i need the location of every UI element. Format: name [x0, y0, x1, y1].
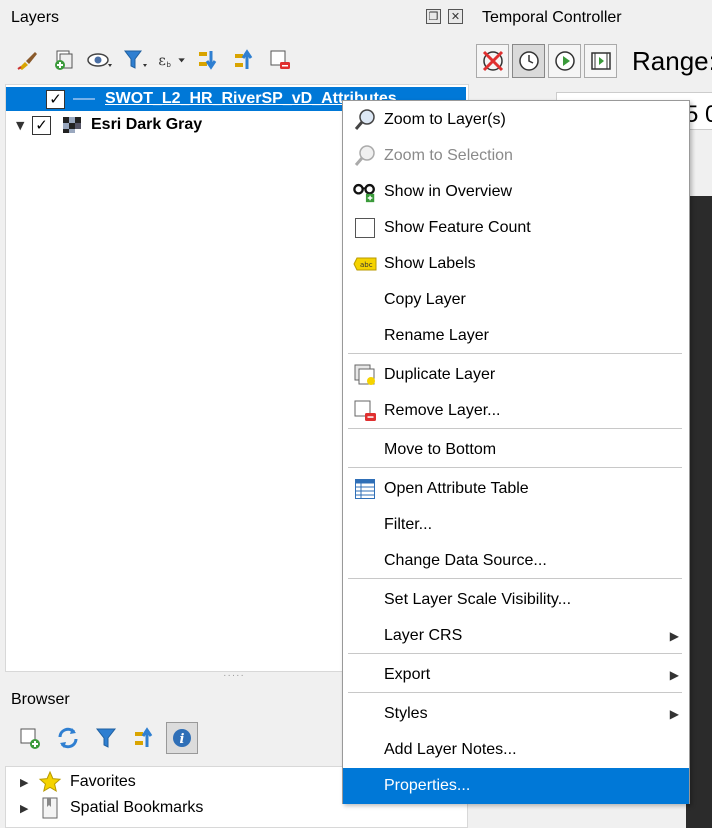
clock-icon — [518, 51, 539, 71]
play-icon — [554, 51, 575, 71]
filter-browser-button[interactable] — [90, 722, 122, 754]
browser-panel-title: Browser — [11, 691, 70, 708]
menu-separator — [348, 692, 682, 693]
submenu-arrow-icon: ▶ — [669, 707, 679, 721]
refresh-button[interactable] — [52, 722, 84, 754]
layer-name: Esri Dark Gray — [91, 116, 203, 133]
menu-item-properties[interactable]: Properties... — [343, 768, 689, 804]
expand-all-button[interactable] — [192, 45, 224, 75]
fixed-range-button[interactable] — [512, 44, 545, 78]
collapse-all-icon — [135, 727, 153, 747]
filter-icon — [95, 728, 117, 748]
zoom-layer-icon — [354, 109, 375, 130]
menu-separator — [348, 578, 682, 579]
film-icon — [590, 52, 611, 70]
refresh-icon — [58, 727, 78, 749]
menu-item-move-to-bottom[interactable]: Move to Bottom — [343, 432, 689, 468]
collapse-all-browser-button[interactable] — [128, 722, 160, 754]
browser-toolbar: i — [14, 722, 198, 754]
menu-item-open-attribute-table[interactable]: Open Attribute Table — [343, 471, 689, 507]
temporal-toolbar — [476, 44, 617, 78]
zoom-selection-icon — [354, 145, 375, 166]
layers-panel-title: Layers — [11, 9, 60, 26]
svg-text:abc: abc — [360, 261, 373, 269]
info-icon: i — [173, 729, 191, 747]
submenu-arrow-icon: ▶ — [669, 629, 679, 643]
menu-separator — [348, 428, 682, 429]
add-layer-icon — [20, 728, 40, 749]
float-panel-button[interactable]: ❐ — [426, 9, 441, 24]
svg-text:b: b — [166, 60, 171, 69]
range-label: Range: — [632, 46, 712, 76]
menu-item-export[interactable]: Export ▶ — [343, 657, 689, 693]
menu-item-styles[interactable]: Styles ▶ — [343, 696, 689, 732]
disable-temporal-button[interactable] — [476, 44, 509, 78]
add-group-button[interactable] — [48, 45, 80, 75]
menu-item-add-layer-notes[interactable]: Add Layer Notes... — [343, 732, 689, 768]
menu-separator — [348, 353, 682, 354]
remove-layer-button[interactable] — [264, 45, 296, 75]
filter-icon — [124, 50, 147, 69]
movie-navigation-button[interactable] — [584, 44, 617, 78]
expand-arrow-icon[interactable]: ▶ — [20, 776, 34, 789]
collapse-arrow-icon[interactable]: ▼ — [16, 119, 30, 132]
submenu-arrow-icon: ▶ — [669, 668, 679, 682]
enable-properties-widget-button[interactable]: i — [166, 722, 198, 754]
expand-all-icon — [199, 51, 217, 70]
browser-item-spatial-bookmarks[interactable]: ▶ Spatial Bookmarks — [6, 795, 203, 821]
menu-item-filter[interactable]: Filter... — [343, 507, 689, 543]
svg-text:ε: ε — [158, 53, 165, 69]
manage-visibility-button[interactable] — [84, 45, 116, 75]
remove-layer-icon — [270, 50, 290, 69]
overview-icon — [353, 183, 375, 203]
temporal-panel-title: Temporal Controller — [482, 9, 622, 26]
layer-context-menu: Zoom to Layer(s) Zoom to Selection Show … — [342, 100, 690, 804]
paint-brush-icon — [17, 52, 37, 70]
animated-navigation-button[interactable] — [548, 44, 581, 78]
menu-separator — [348, 653, 682, 654]
layer-visibility-checkbox[interactable]: ✓ — [32, 115, 51, 135]
svg-text:i: i — [180, 732, 185, 747]
menu-item-duplicate-layer[interactable]: Duplicate Layer — [343, 357, 689, 393]
open-layer-styling-button[interactable] — [12, 45, 44, 75]
raster-tile-icon — [63, 117, 81, 133]
layers-toolbar: εb — [12, 44, 296, 76]
menu-item-rename-layer[interactable]: Rename Layer — [343, 318, 689, 354]
disabled-navigation-icon — [482, 50, 503, 72]
menu-item-change-data-source[interactable]: Change Data Source... — [343, 543, 689, 579]
checkbox-icon — [355, 218, 375, 238]
menu-item-remove-layer[interactable]: Remove Layer... — [343, 393, 689, 429]
menu-separator — [348, 467, 682, 468]
layer-visibility-checkbox[interactable]: ✓ — [46, 89, 65, 109]
browser-item-favorites[interactable]: ▶ Favorites — [6, 769, 136, 795]
menu-item-copy-layer[interactable]: Copy Layer — [343, 282, 689, 318]
bookmark-icon — [42, 797, 58, 819]
menu-item-show-in-overview[interactable]: Show in Overview — [343, 174, 689, 210]
menu-item-show-labels[interactable]: abc Show Labels — [343, 246, 689, 282]
collapse-all-button[interactable] — [228, 45, 260, 75]
menu-item-set-layer-scale-visibility[interactable]: Set Layer Scale Visibility... — [343, 582, 689, 618]
collapse-all-icon — [235, 49, 253, 69]
filter-expression-button[interactable]: εb — [156, 45, 188, 75]
labels-icon: abc — [353, 257, 377, 271]
star-icon — [38, 770, 62, 793]
menu-item-show-feature-count[interactable]: Show Feature Count — [343, 210, 689, 246]
add-selected-layers-button[interactable] — [14, 722, 46, 754]
close-panel-button[interactable]: ✕ — [448, 9, 463, 24]
eye-icon — [87, 53, 112, 67]
filter-legend-button[interactable] — [120, 45, 152, 75]
menu-item-layer-crs[interactable]: Layer CRS ▶ — [343, 618, 689, 654]
epsilon-icon: εb — [158, 53, 185, 69]
table-icon — [355, 479, 375, 499]
remove-layer-icon — [354, 400, 376, 421]
menu-item-zoom-to-selection: Zoom to Selection — [343, 138, 689, 174]
duplicate-icon — [354, 364, 375, 385]
line-symbol-icon — [73, 98, 95, 100]
menu-item-zoom-to-layer[interactable]: Zoom to Layer(s) — [343, 102, 689, 138]
add-group-icon — [55, 50, 73, 70]
expand-arrow-icon[interactable]: ▶ — [20, 802, 34, 815]
